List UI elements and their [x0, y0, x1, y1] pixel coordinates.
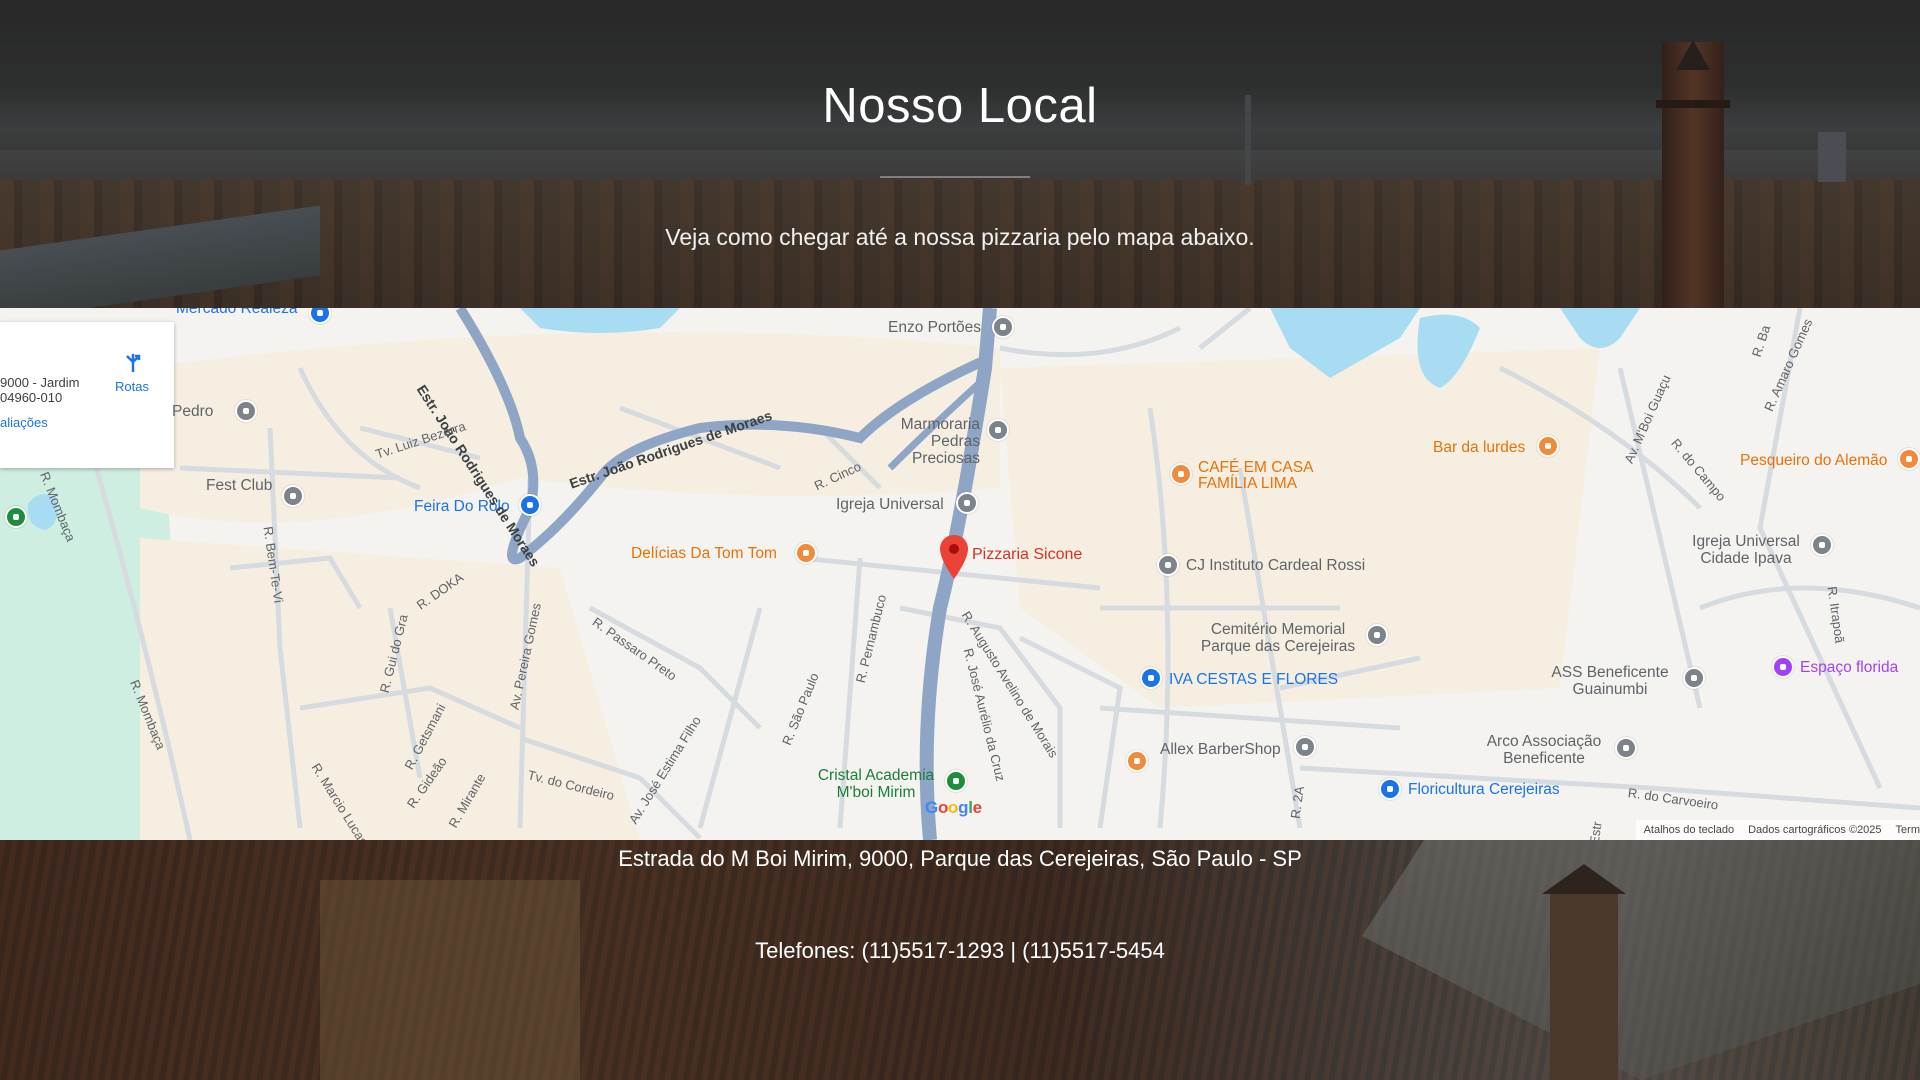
poi-bar-da-lurdes[interactable]: Bar da lurdes: [1433, 439, 1525, 456]
poi-arco-associacao[interactable]: Arco Associação Beneficente: [1476, 733, 1612, 767]
place-icon[interactable]: [992, 316, 1014, 338]
poi-iva-cestas[interactable]: IVA CESTAS E FLORES: [1169, 671, 1338, 688]
street-label: Estr: [1586, 820, 1605, 840]
shopping-cart-icon[interactable]: [519, 494, 541, 516]
poi-cj-instituto[interactable]: CJ Instituto Cardeal Rossi: [1186, 557, 1365, 574]
shopping-bag-icon[interactable]: [1379, 778, 1401, 800]
restaurant-icon[interactable]: [1126, 750, 1148, 772]
poi-enzo-portoes[interactable]: Enzo Portões: [888, 319, 981, 336]
poi-fest-club[interactable]: Fest Club: [206, 477, 272, 494]
church-icon[interactable]: [1157, 554, 1179, 576]
map-attribution: Atalhos do teclado Dados cartográficos ©…: [1635, 820, 1920, 840]
shopping-bag-icon[interactable]: [1140, 667, 1162, 689]
page-title: Nosso Local: [822, 79, 1098, 133]
logo-letter: G: [925, 798, 938, 817]
page-subtitle: Veja como chegar até a nossa pizzaria pe…: [665, 224, 1255, 250]
logo-letter: o: [948, 798, 959, 817]
restaurant-icon[interactable]: [795, 542, 817, 564]
place-icon[interactable]: [1615, 737, 1637, 759]
keyboard-shortcuts-link[interactable]: Atalhos do teclado: [1644, 824, 1735, 836]
poi-cemiterio[interactable]: Cemitério Memorial Parque das Cerejeiras: [1196, 621, 1360, 655]
place-icon[interactable]: [987, 419, 1009, 441]
church-icon[interactable]: [956, 492, 978, 514]
google-logo[interactable]: Google: [925, 798, 982, 818]
poi-igreja-universal-ipava[interactable]: Igreja Universal Cidade Ipava: [1686, 533, 1806, 567]
school-icon[interactable]: [1683, 667, 1705, 689]
phones-text: Telefones: (11)5517-1293 | (11)5517-5454: [755, 938, 1165, 963]
title-divider: [880, 176, 1030, 178]
place-icon[interactable]: [282, 485, 304, 507]
poi-mercado-realeza[interactable]: Mercado Realeza: [176, 308, 297, 317]
poi-ass-beneficente[interactable]: ASS Beneficente Guainumbi: [1540, 664, 1680, 698]
poi-cafe-em-casa[interactable]: CAFÉ EM CASA FAMÍLIA LIMA: [1198, 460, 1328, 492]
address-text: Estrada do M Boi Mirim, 9000, Parque das…: [618, 846, 1302, 871]
directions-button[interactable]: Rotas: [115, 379, 149, 394]
place-address-line1: 9000 - Jardim: [0, 375, 80, 390]
directions-icon[interactable]: [122, 352, 144, 374]
poi-pesqueiro-do-alemao[interactable]: Pesqueiro do Alemão: [1740, 452, 1887, 469]
selected-place-label[interactable]: Pizzaria Sicone: [972, 546, 1082, 563]
contact-section: Estrada do M Boi Mirim, 9000, Parque das…: [0, 840, 1920, 1080]
church-icon[interactable]: [1811, 534, 1833, 556]
restaurant-icon[interactable]: [1898, 448, 1920, 470]
map-data-credit: Dados cartográficos ©2025: [1748, 824, 1882, 836]
location-pin-icon[interactable]: [940, 535, 968, 579]
park-icon[interactable]: [5, 506, 27, 528]
poi-marmoraria[interactable]: Marmoraria Pedras Preciosas: [880, 416, 980, 467]
logo-letter: o: [937, 798, 949, 817]
embedded-map[interactable]: 9000 - Jardim 04960-010 aliações Rotas M…: [0, 308, 1920, 840]
hero-section: Nosso Local Veja como chegar até a nossa…: [0, 0, 1920, 308]
gym-icon[interactable]: [945, 770, 967, 792]
reviews-link[interactable]: aliações: [0, 415, 48, 430]
logo-letter: e: [972, 798, 982, 817]
poi-espaco-florida[interactable]: Espaço florida: [1800, 659, 1898, 676]
logo-letter: g: [958, 798, 969, 817]
cemetery-icon[interactable]: [1366, 624, 1388, 646]
place-info-card[interactable]: 9000 - Jardim 04960-010 aliações Rotas: [0, 322, 174, 468]
terms-link[interactable]: Term: [1896, 824, 1920, 836]
church-icon[interactable]: [235, 400, 257, 422]
poi-allex-barbershop[interactable]: Allex BarberShop: [1160, 741, 1281, 758]
bar-icon[interactable]: [1537, 435, 1559, 457]
poi-delicias-da-tom-tom[interactable]: Delícias Da Tom Tom: [631, 545, 777, 562]
hero-overlay: [0, 0, 1920, 308]
poi-cristal-academia[interactable]: Cristal Academia M'boi Mirim: [810, 767, 942, 801]
place-icon[interactable]: [1294, 736, 1316, 758]
poi-igreja-universal[interactable]: Igreja Universal: [836, 496, 944, 513]
place-address-line2: 04960-010: [0, 390, 63, 405]
shop-icon[interactable]: [1772, 656, 1794, 678]
poi-floricultura-cerejeiras[interactable]: Floricultura Cerejeiras: [1408, 781, 1560, 798]
poi-pedro[interactable]: Pedro: [172, 403, 213, 420]
cafe-icon[interactable]: [1170, 463, 1192, 485]
